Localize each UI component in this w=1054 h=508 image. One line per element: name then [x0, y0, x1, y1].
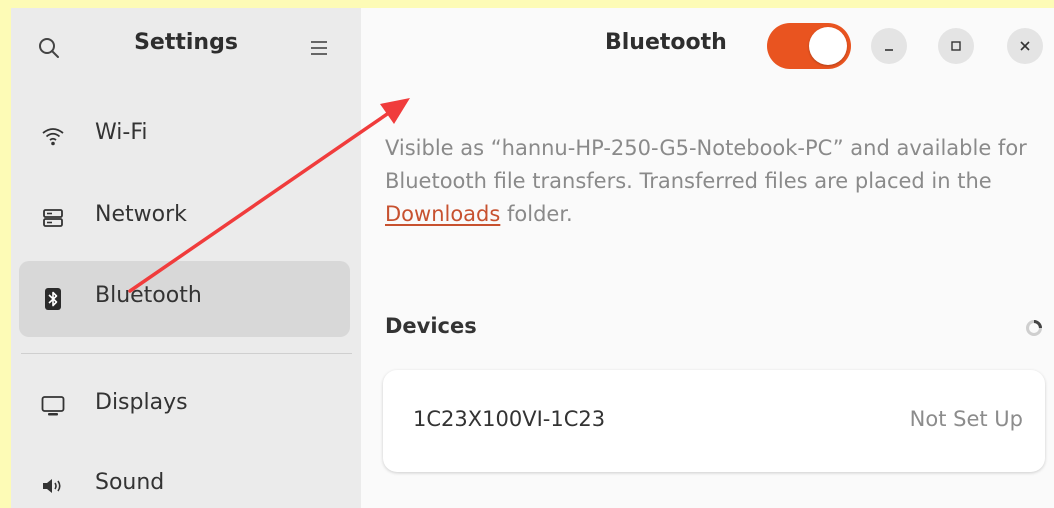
minimize-icon [885, 49, 893, 51]
device-row[interactable]: 1C23X100VI-1C23 Not Set Up [383, 370, 1045, 472]
bluetooth-icon [41, 287, 65, 311]
info-text: Visible as “hannu-HP-250-G5-Notebook-PC”… [385, 136, 1027, 193]
visibility-info: Visible as “hannu-HP-250-G5-Notebook-PC”… [385, 132, 1045, 231]
device-list: 1C23X100VI-1C23 Not Set Up [383, 370, 1045, 472]
sidebar-divider [21, 353, 352, 354]
maximize-icon [951, 41, 961, 51]
sidebar-item-label: Displays [95, 390, 188, 415]
loading-spinner-icon [1026, 320, 1042, 336]
device-name: 1C23X100VI-1C23 [413, 407, 606, 431]
downloads-link[interactable]: Downloads [385, 202, 500, 226]
bluetooth-toggle[interactable] [767, 23, 851, 69]
search-icon [39, 38, 59, 58]
network-icon [41, 206, 65, 230]
toggle-knob [809, 27, 847, 65]
maximize-button[interactable] [938, 28, 974, 64]
sidebar-item-label: Sound [95, 470, 165, 495]
sidebar-item-bluetooth[interactable]: Bluetooth [19, 261, 350, 337]
close-button[interactable] [1007, 28, 1043, 64]
minimize-button[interactable] [871, 28, 907, 64]
speaker-icon [41, 474, 65, 498]
sidebar: Settings Wi-Fi Network Bluetooth Display… [11, 8, 361, 508]
sidebar-header: Settings [11, 8, 361, 82]
sidebar-item-sound[interactable]: Sound [19, 448, 350, 508]
search-button[interactable] [29, 28, 69, 68]
sidebar-item-displays[interactable]: Displays [19, 368, 350, 444]
hamburger-menu-icon [311, 41, 327, 55]
settings-window: Settings Wi-Fi Network Bluetooth Display… [11, 8, 1054, 508]
page-title: Bluetooth [605, 30, 727, 55]
display-icon [41, 394, 65, 418]
sidebar-item-network[interactable]: Network [19, 180, 350, 256]
device-status: Not Set Up [909, 407, 1023, 431]
sidebar-item-wifi[interactable]: Wi-Fi [19, 98, 350, 174]
main-menu-button[interactable] [299, 28, 339, 68]
info-text-end: folder. [500, 202, 573, 226]
sidebar-title: Settings [134, 30, 238, 55]
sidebar-item-label: Network [95, 202, 187, 227]
sidebar-item-label: Bluetooth [95, 283, 202, 308]
sidebar-item-label: Wi-Fi [95, 120, 148, 145]
bluetooth-panel: Bluetooth Visible as “hannu-HP-250-G5-No… [361, 8, 1054, 508]
close-icon [1020, 41, 1030, 51]
wifi-icon [41, 124, 65, 148]
devices-heading: Devices [385, 314, 477, 338]
